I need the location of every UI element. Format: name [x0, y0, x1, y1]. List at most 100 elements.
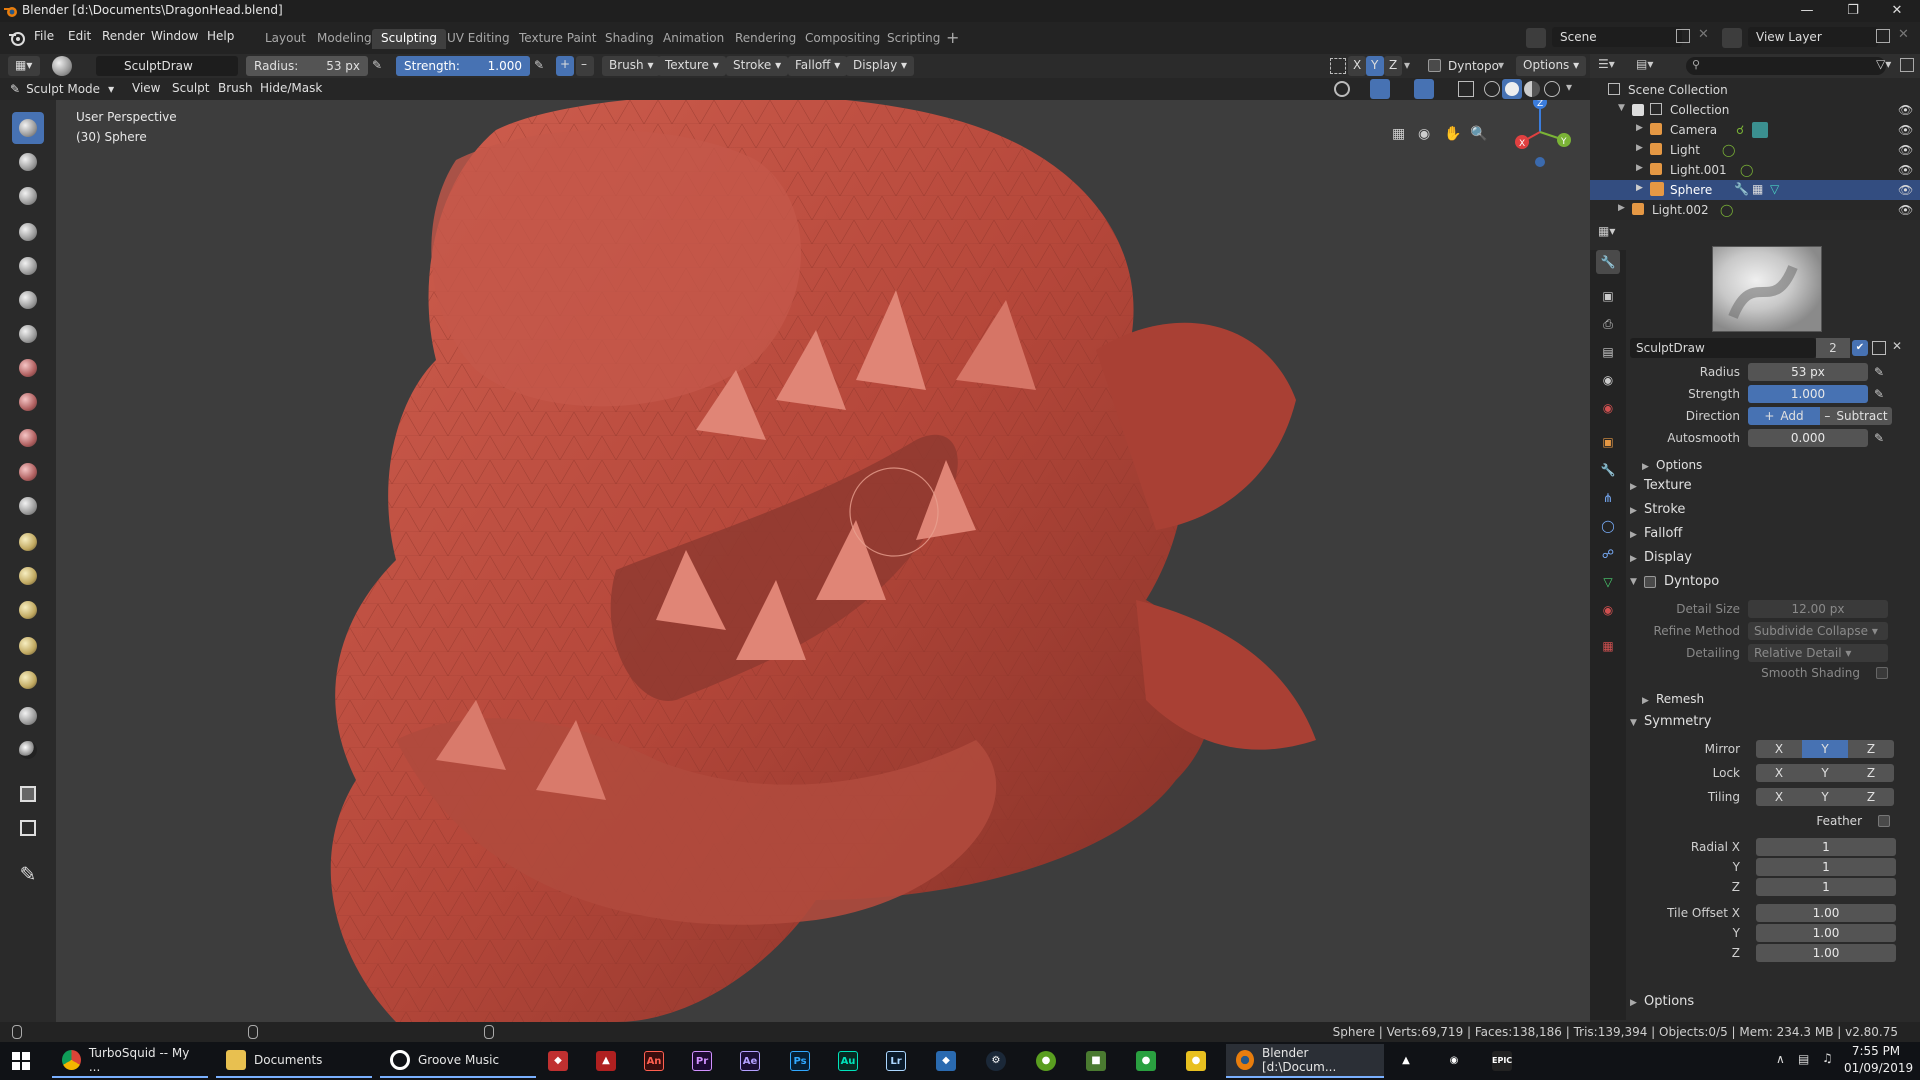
strength-pressure-icon[interactable]: ✎ — [1874, 387, 1884, 401]
material-tab-icon[interactable]: ◉ — [1596, 598, 1620, 622]
tool-simplify[interactable] — [12, 700, 44, 732]
tool-tab-icon[interactable]: 🔧 — [1596, 250, 1620, 274]
after-effects-icon[interactable]: Ae — [740, 1051, 760, 1071]
expand-arrow-icon[interactable]: ▼ — [1618, 103, 1625, 113]
eye-icon[interactable]: 👁 — [1898, 203, 1913, 217]
taskbar-documents[interactable]: Documents — [216, 1044, 372, 1078]
remesh-subpanel[interactable]: ▶ Remesh — [1642, 692, 1704, 706]
arrow-app-icon[interactable]: ▲ — [1396, 1051, 1416, 1071]
brush-name-field[interactable]: SculptDraw — [96, 56, 238, 76]
menu-brush[interactable]: Brush — [218, 81, 253, 95]
upwork-icon[interactable]: ● — [1136, 1051, 1156, 1071]
brush-menu[interactable]: Brush ▾ — [602, 56, 661, 76]
steam-icon[interactable]: ⚙ — [986, 1051, 1006, 1071]
radius-field[interactable]: 53 px — [1748, 363, 1868, 381]
tab-layout[interactable]: Layout — [256, 29, 315, 49]
expand-arrow-icon[interactable]: ▶ — [1636, 163, 1643, 173]
tab-sculpting[interactable]: Sculpting — [372, 29, 447, 49]
tool-box-mask[interactable] — [12, 778, 44, 810]
scene-icon[interactable] — [1526, 28, 1546, 48]
autosmooth-pressure-icon[interactable]: ✎ — [1874, 431, 1884, 445]
animate-icon[interactable]: An — [644, 1051, 664, 1071]
blender-menu-icon[interactable] — [8, 29, 26, 47]
xray-toggle-icon[interactable] — [1458, 81, 1474, 97]
render-tab-icon[interactable]: ▣ — [1596, 284, 1620, 308]
constraints-tab-icon[interactable]: ☍ — [1596, 542, 1620, 566]
tool-blob[interactable] — [12, 284, 44, 316]
expand-arrow-icon[interactable]: ▶ — [1636, 143, 1643, 153]
data-tab-icon[interactable]: ▽ — [1596, 570, 1620, 594]
menu-edit[interactable]: Edit — [68, 29, 91, 43]
blue-app-icon[interactable]: ◆ — [936, 1051, 956, 1071]
epic-games-icon[interactable]: EPIC — [1492, 1051, 1512, 1071]
view-layer-field[interactable]: View Layer — [1748, 27, 1878, 47]
radial-z-field[interactable]: 1 — [1756, 878, 1896, 896]
tool-nudge[interactable] — [12, 630, 44, 662]
tool-smooth[interactable] — [12, 352, 44, 384]
fake-user-icon[interactable]: ✔ — [1852, 340, 1868, 356]
network-icon[interactable]: ▤ — [1798, 1052, 1809, 1066]
symmetry-x-button[interactable]: X — [1348, 56, 1366, 76]
options-subpanel[interactable]: ▶ Options — [1642, 458, 1702, 472]
outliner-item-light-002[interactable]: ▶ Light.002 ◯ 👁 — [1590, 200, 1920, 220]
menu-view[interactable]: View — [132, 81, 160, 95]
symmetry-icon[interactable] — [1330, 58, 1346, 74]
stroke-menu[interactable]: Stroke ▾ — [726, 56, 789, 76]
modifier-tab-icon[interactable]: 🔧 — [1596, 458, 1620, 482]
eye-icon[interactable]: 👁 — [1898, 123, 1913, 137]
direction-add-button[interactable]: + Add — [1748, 407, 1820, 425]
grid-view-icon[interactable]: ▦ — [1392, 126, 1410, 144]
photoshop-icon[interactable]: Ps — [790, 1051, 810, 1071]
expand-arrow-icon[interactable]: ▶ — [1636, 183, 1643, 193]
outliner-search-input[interactable]: ⚲ — [1686, 57, 1886, 75]
close-button[interactable]: ✕ — [1874, 0, 1920, 22]
windows-start-icon[interactable] — [12, 1052, 30, 1070]
tool-thumb[interactable] — [12, 594, 44, 626]
symmetry-y-button[interactable]: Y — [1366, 56, 1384, 76]
dyntopo-label[interactable]: Dyntopo — [1448, 59, 1499, 73]
expand-arrow-icon[interactable]: ▶ — [1636, 123, 1643, 133]
tool-clay[interactable] — [12, 146, 44, 178]
particles-tab-icon[interactable]: ⋔ — [1596, 486, 1620, 510]
show-hidden-icons[interactable]: ∧ — [1776, 1052, 1785, 1066]
camera-view-icon[interactable]: ◉ — [1418, 126, 1436, 144]
minimize-button[interactable]: — — [1784, 0, 1830, 22]
radius-pressure-icon[interactable]: ✎ — [1874, 365, 1884, 379]
wireframe-shading-icon[interactable] — [1484, 81, 1500, 97]
outliner-item-camera[interactable]: ▶ Camera ☌ 👁 — [1590, 120, 1920, 140]
tool-pinch[interactable] — [12, 490, 44, 522]
falloff-panel-header[interactable]: ▶ Falloff — [1630, 526, 1682, 541]
mode-selector[interactable]: ✎ Sculpt Mode ▾ — [10, 80, 114, 98]
tool-draw[interactable] — [12, 112, 44, 144]
tab-modeling[interactable]: Modeling — [308, 29, 381, 49]
options-menu[interactable]: Options ▾ — [1516, 56, 1587, 76]
texture-tab-icon[interactable]: ▦ — [1596, 634, 1620, 658]
feather-checkbox[interactable] — [1878, 815, 1890, 827]
subtract-direction-button[interactable]: – — [576, 56, 594, 76]
taskbar-blender[interactable]: Blender [d:\Docum... — [1226, 1044, 1384, 1078]
scene-field[interactable]: Scene — [1552, 27, 1682, 47]
outliner-item-light[interactable]: ▶ Light ◯ 👁 — [1590, 140, 1920, 160]
tile-offset-x-field[interactable]: 1.00 — [1756, 904, 1896, 922]
duplicate-brush-icon[interactable] — [1872, 341, 1886, 355]
menu-hide-mask[interactable]: Hide/Mask — [260, 81, 322, 95]
dyntopo-checkbox[interactable] — [1644, 575, 1656, 588]
delete-scene-icon[interactable]: ✕ — [1698, 27, 1709, 42]
detail-size-field[interactable]: 12.00 px — [1748, 600, 1888, 618]
mirror-x-button[interactable]: X — [1756, 740, 1802, 758]
menu-window[interactable]: Window — [151, 29, 198, 43]
strength-field[interactable]: 1.000 — [1748, 385, 1868, 403]
tool-layer[interactable] — [12, 216, 44, 248]
display-panel-header[interactable]: ▶ Display — [1630, 550, 1692, 565]
direction-subtract-button[interactable]: – Subtract — [1820, 407, 1892, 425]
lightroom-icon[interactable]: Lr — [886, 1051, 906, 1071]
add-direction-button[interactable]: + — [556, 56, 574, 76]
eye-icon[interactable]: 👁 — [1898, 183, 1913, 197]
overlay-toggle-icon[interactable] — [1414, 79, 1434, 99]
outliner-scene-collection[interactable]: Scene Collection — [1590, 80, 1920, 100]
outliner-item-light-001[interactable]: ▶ Light.001 ◯ 👁 — [1590, 160, 1920, 180]
pan-hand-icon[interactable]: ✋ — [1444, 126, 1462, 144]
taskbar-groove[interactable]: Groove Music — [380, 1044, 536, 1078]
green-app-icon[interactable]: ● — [1036, 1051, 1056, 1071]
add-workspace-icon[interactable]: + — [946, 28, 959, 47]
